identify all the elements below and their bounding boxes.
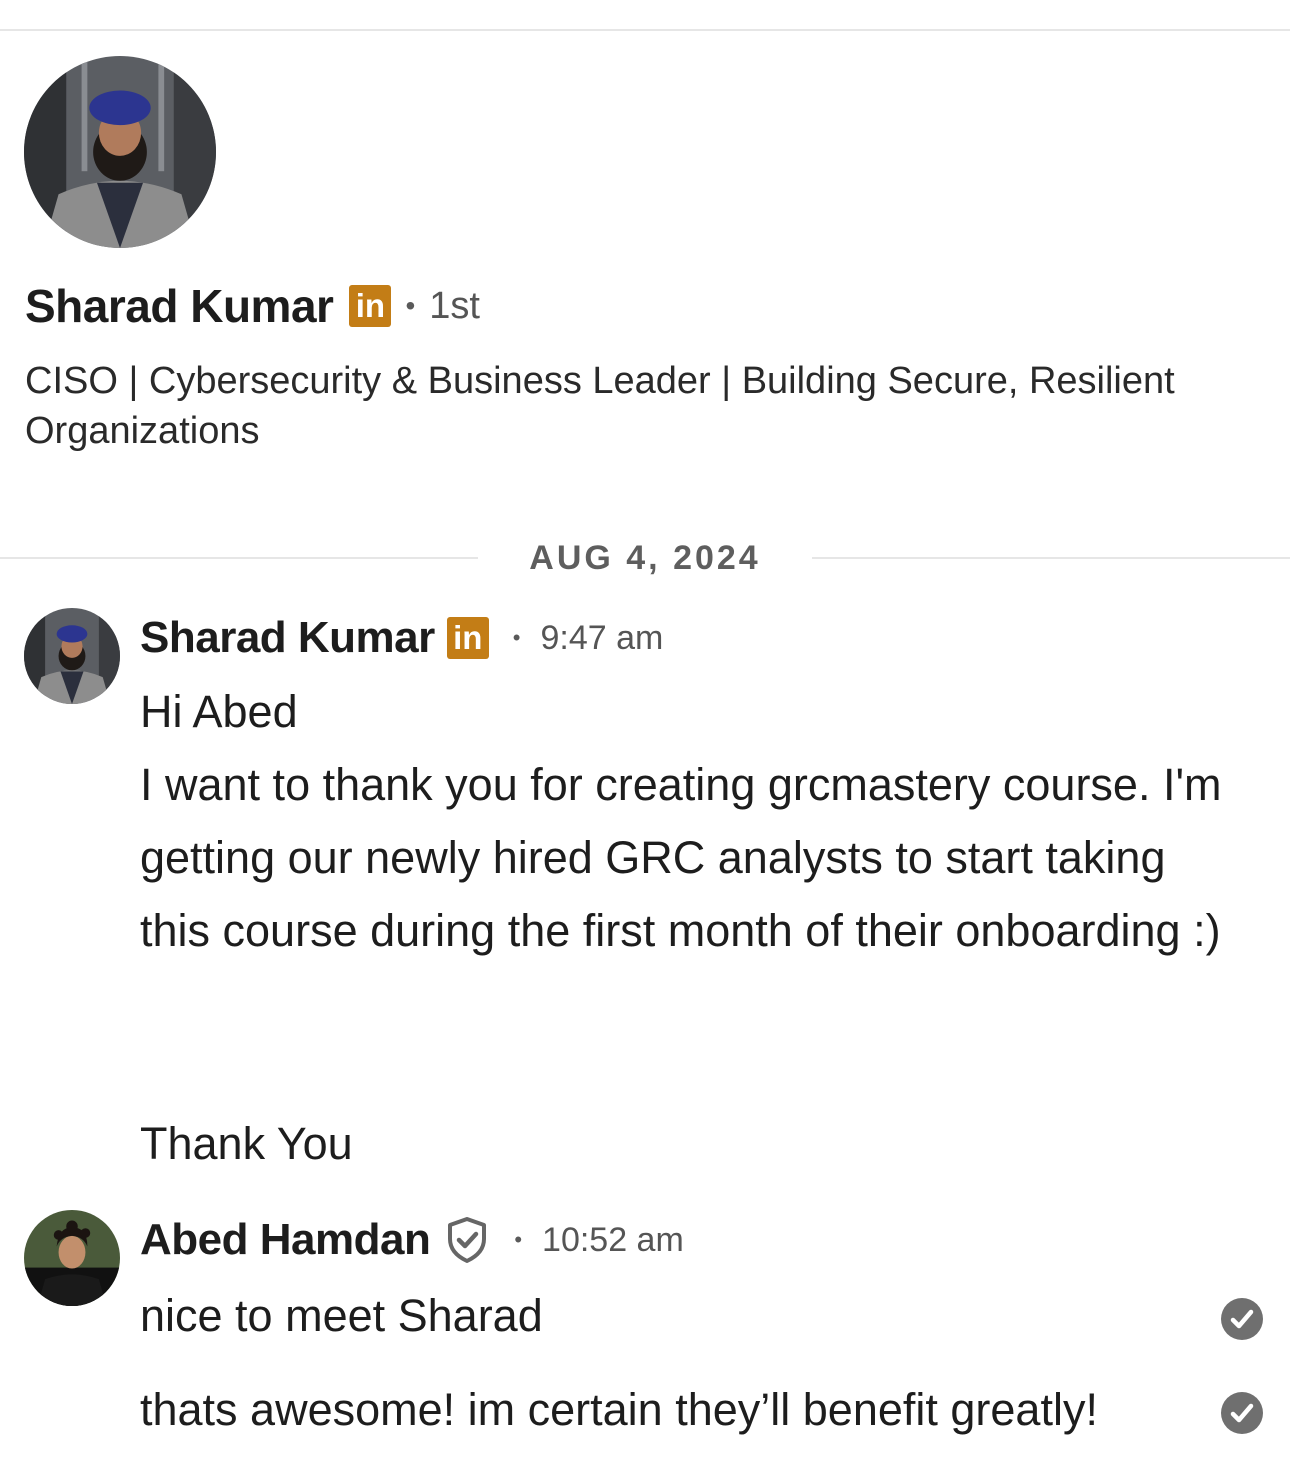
verified-shield-icon [444, 1215, 490, 1265]
profile-headline: CISO | Cybersecurity & Business Leader |… [25, 360, 1175, 452]
linkedin-badge-icon: in [446, 617, 489, 659]
date-divider: AUG 4, 2024 [0, 532, 1290, 584]
date-divider-label: AUG 4, 2024 [529, 539, 761, 577]
sender-avatar[interactable] [24, 608, 120, 704]
message-text: Thank You [140, 1118, 353, 1169]
sender-avatar[interactable] [24, 1210, 120, 1306]
sender-name[interactable]: Sharad Kumar [140, 613, 435, 663]
avatar-photo [24, 1210, 120, 1306]
profile-name-row: Sharad Kumar in • 1st [25, 276, 480, 336]
linkedin-badge-icon: in [349, 285, 392, 327]
avatar-photo [24, 608, 120, 704]
message-header: Abed Hamdan • 10:52 am [140, 1210, 684, 1270]
check-circle-icon [1221, 1298, 1263, 1340]
separator-dot: • [405, 290, 416, 321]
separator-dot: • [512, 625, 521, 650]
message-time: 10:52 am [542, 1220, 684, 1259]
date-divider-line-right [812, 557, 1290, 559]
top-divider [0, 29, 1290, 31]
message-text: I want to thank you for creating grcmast… [140, 759, 1222, 956]
avatar-photo [24, 56, 216, 248]
message-time: 9:47 am [540, 618, 664, 657]
sender-name[interactable]: Abed Hamdan [140, 1215, 431, 1265]
message-text: thats awesome! im certain they’ll benefi… [140, 1384, 1098, 1435]
connection-degree: 1st [429, 284, 480, 327]
date-divider-line-left [0, 557, 478, 559]
message-text: Hi Abed [140, 686, 298, 737]
message-text: nice to meet Sharad [140, 1290, 543, 1341]
check-circle-icon [1221, 1392, 1263, 1434]
profile-name[interactable]: Sharad Kumar [25, 279, 334, 333]
message-header: Sharad Kumar in • 9:47 am [140, 608, 663, 668]
separator-dot: • [514, 1227, 523, 1252]
profile-avatar[interactable] [24, 56, 216, 248]
